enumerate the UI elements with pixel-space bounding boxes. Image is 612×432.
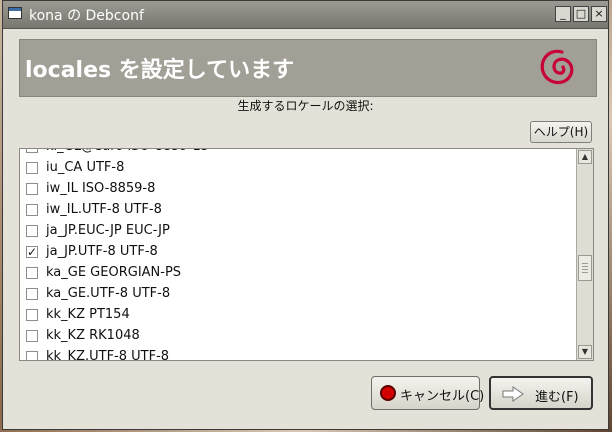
locale-item[interactable]: iw_IL ISO-8859-8 — [20, 179, 577, 200]
locale-item[interactable]: kk_KZ PT154 — [20, 305, 577, 326]
locale-item[interactable]: ka_GE.UTF-8 UTF-8 — [20, 284, 577, 305]
help-button[interactable]: ヘルプ(H) — [530, 121, 592, 143]
dialog-title: locales を設定しています — [25, 58, 295, 83]
window-title: kona の Debconf — [29, 8, 144, 24]
locale-checkbox[interactable]: ✓ — [26, 246, 38, 258]
locale-label: iw_IL ISO-8859-8 — [46, 181, 156, 196]
locale-item[interactable]: iu_CA UTF-8 — [20, 158, 577, 179]
locale-checkbox[interactable] — [26, 183, 38, 195]
locale-item[interactable]: kl_GL@euro ISO-8859-15 — [20, 149, 577, 158]
locale-label: iu_CA UTF-8 — [46, 160, 125, 175]
locale-label: ja_JP.UTF-8 UTF-8 — [46, 244, 158, 259]
locale-rows: kl_GL@euro ISO-8859-15 iu_CA UTF-8 iw_IL I… — [20, 149, 577, 361]
vertical-scrollbar[interactable]: ▲ ▼ — [576, 149, 593, 360]
locale-label: kk_KZ PT154 — [46, 307, 130, 322]
locale-label: kk_KZ RK1048 — [46, 328, 140, 343]
locale-list: kl_GL@euro ISO-8859-15 iu_CA UTF-8 iw_IL I… — [19, 148, 594, 361]
cancel-button[interactable]: キャンセル(C) — [371, 376, 484, 410]
locale-item[interactable]: kk_KZ RK1048 — [20, 326, 577, 347]
locale-checkbox[interactable] — [26, 309, 38, 321]
locale-label: kl_GL@euro ISO-8859-15 — [46, 149, 209, 154]
locale-item[interactable]: kk_KZ.UTF-8 UTF-8 — [20, 347, 577, 361]
dialog-header: locales を設定しています — [19, 39, 597, 97]
next-button[interactable]: 進む(F) — [489, 376, 593, 410]
stop-icon — [380, 385, 396, 401]
next-button-label: 進む(F) — [535, 390, 579, 405]
window-icon — [8, 7, 22, 19]
forward-arrow-icon — [502, 386, 524, 402]
debian-swirl-icon — [540, 49, 574, 85]
locale-item[interactable]: iw_IL.UTF-8 UTF-8 — [20, 200, 577, 221]
maximize-button[interactable]: □ — [573, 6, 589, 22]
locale-label: ka_GE.UTF-8 UTF-8 — [46, 286, 171, 301]
scroll-down-arrow-icon[interactable]: ▼ — [578, 345, 592, 359]
locale-label: kk_KZ.UTF-8 UTF-8 — [46, 349, 170, 361]
cancel-button-label: キャンセル(C) — [400, 389, 485, 404]
scroll-thumb[interactable] — [578, 255, 592, 281]
locale-checkbox[interactable] — [26, 149, 38, 153]
locale-checkbox[interactable] — [26, 330, 38, 342]
debconf-window: kona の Debconf _ □ × locales を設定しています 生成… — [2, 0, 609, 430]
locale-item[interactable]: ka_GE GEORGIAN-PS — [20, 263, 577, 284]
locale-item[interactable]: ja_JP.EUC-JP EUC-JP — [20, 221, 577, 242]
title-bar[interactable]: kona の Debconf _ □ × — [3, 1, 608, 29]
locale-label: ja_JP.EUC-JP EUC-JP — [46, 223, 170, 238]
prompt-label: 生成するロケールの選択: — [237, 99, 374, 113]
close-button[interactable]: × — [591, 6, 607, 22]
locale-checkbox[interactable] — [26, 267, 38, 279]
scroll-up-arrow-icon[interactable]: ▲ — [578, 150, 592, 164]
locale-checkbox[interactable] — [26, 204, 38, 216]
locale-label: ka_GE GEORGIAN-PS — [46, 265, 182, 280]
locale-label: iw_IL.UTF-8 UTF-8 — [46, 202, 162, 217]
minimize-button[interactable]: _ — [555, 6, 571, 22]
locale-checkbox[interactable] — [26, 351, 38, 360]
locale-checkbox[interactable] — [26, 225, 38, 237]
locale-item[interactable]: ✓ ja_JP.UTF-8 UTF-8 — [20, 242, 577, 263]
locale-checkbox[interactable] — [26, 288, 38, 300]
locale-checkbox[interactable] — [26, 162, 38, 174]
